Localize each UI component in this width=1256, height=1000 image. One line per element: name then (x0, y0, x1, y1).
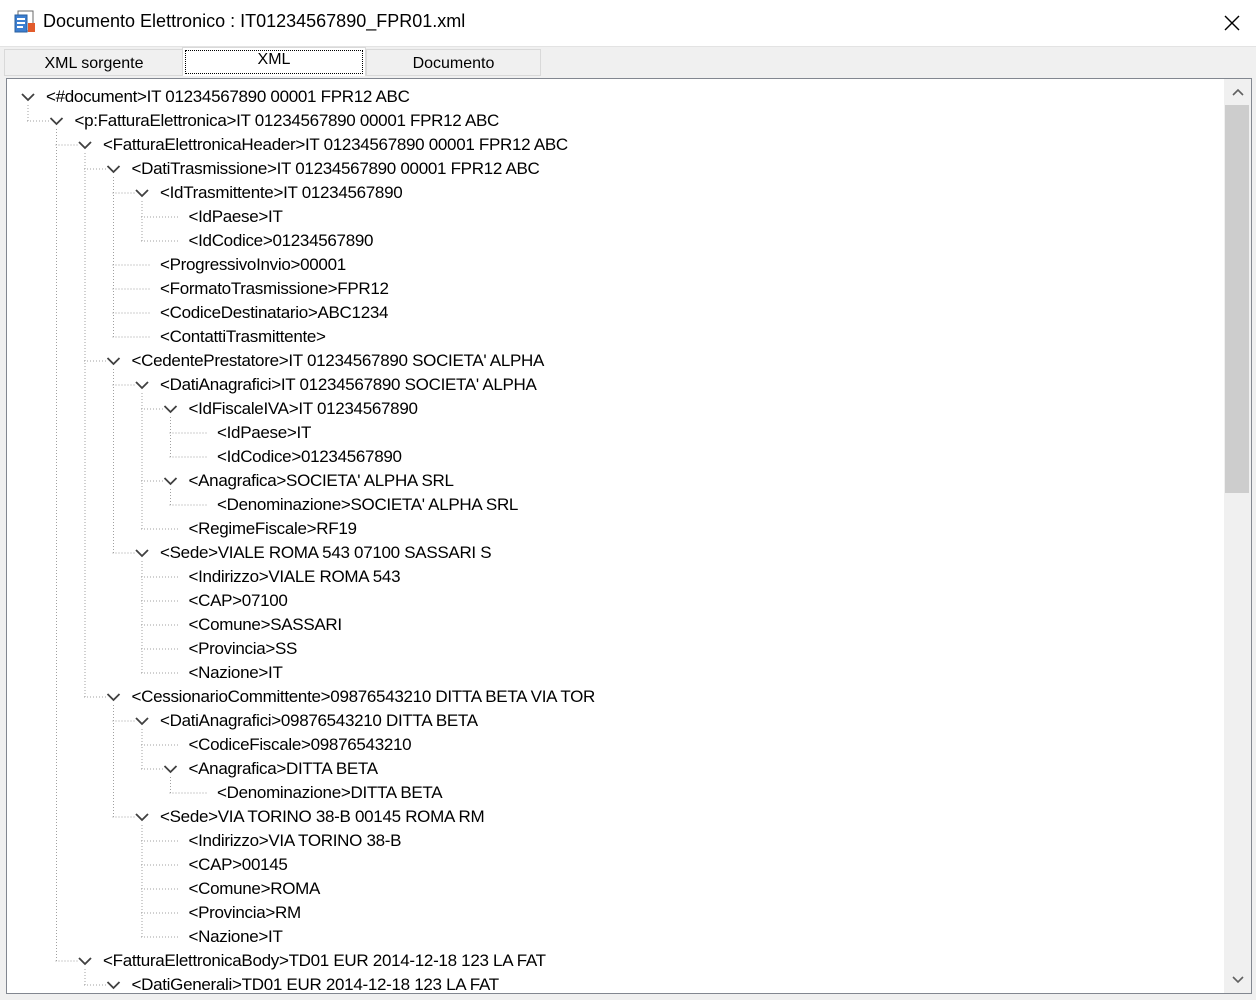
tree-node[interactable]: <Nazione>IT (189, 925, 283, 949)
tab-xml-sorgente[interactable]: XML sorgente (4, 49, 184, 76)
chevron-down-icon[interactable] (163, 765, 178, 774)
tree-node[interactable]: <Denominazione>DITTA BETA (217, 781, 443, 805)
tree-node[interactable]: <ContattiTrasmittente> (160, 325, 326, 349)
tree-node[interactable]: <RegimeFiscale>RF19 (189, 517, 357, 541)
tree-node[interactable]: <CAP>07100 (189, 589, 288, 613)
chevron-down-icon[interactable] (163, 477, 178, 486)
window-title: Documento Elettronico : IT01234567890_FP… (43, 11, 466, 31)
tree-node[interactable]: <CAP>00145 (189, 853, 288, 877)
tree-node[interactable]: <Anagrafica>SOCIETA' ALPHA SRL (189, 469, 454, 493)
chevron-down-icon[interactable] (21, 93, 35, 102)
arrow-down-icon (1231, 976, 1244, 984)
title-bar: Documento Elettronico : IT01234567890_FP… (0, 0, 1256, 47)
focus-rectangle (185, 50, 363, 74)
vertical-scrollbar[interactable] (1224, 79, 1251, 993)
scrollbar-thumb[interactable] (1225, 105, 1249, 493)
chevron-down-icon[interactable] (106, 165, 121, 174)
scroll-down-button[interactable] (1224, 967, 1251, 993)
tree-node[interactable]: <IdCodice>01234567890 (217, 445, 402, 469)
tab-label: Documento (412, 55, 495, 72)
chevron-down-icon[interactable] (163, 405, 178, 414)
tree-node[interactable]: <Nazione>IT (189, 661, 283, 685)
tree-node[interactable]: <Provincia>SS (189, 637, 298, 661)
tree-node[interactable]: <CodiceFiscale>09876543210 (189, 733, 412, 757)
tree-node[interactable]: <CessionarioCommittente>09876543210 DITT… (132, 685, 596, 709)
chevron-down-icon[interactable] (78, 141, 92, 150)
close-button[interactable] (1214, 6, 1250, 40)
tree-node[interactable]: <CedentePrestatore>IT 01234567890 SOCIET… (132, 349, 545, 373)
tree-node[interactable]: <Indirizzo>VIALE ROMA 543 (189, 565, 401, 589)
tree-node[interactable]: <#document>IT 01234567890 00001 FPR12 AB… (46, 85, 410, 109)
tree-node[interactable]: <Indirizzo>VIA TORINO 38-B (189, 829, 402, 853)
xml-tree-view[interactable]: <#document>IT 01234567890 00001 FPR12 AB… (6, 78, 1252, 994)
arrow-up-icon (1231, 88, 1244, 96)
tree-node[interactable]: <CodiceDestinatario>ABC1234 (160, 301, 388, 325)
tree-node[interactable]: <Sede>VIA TORINO 38-B 00145 ROMA RM (160, 805, 485, 829)
tree-node[interactable]: <ProgressivoInvio>00001 (160, 253, 346, 277)
tree-node[interactable]: <Anagrafica>DITTA BETA (189, 757, 379, 781)
tree-node[interactable]: <IdTrasmittente>IT 01234567890 (160, 181, 403, 205)
tree-node[interactable]: <FatturaElettronicaHeader>IT 01234567890… (103, 133, 568, 157)
tree-node[interactable]: <Comune>ROMA (189, 877, 321, 901)
xml-document-icon (14, 10, 35, 33)
scroll-up-button[interactable] (1224, 79, 1251, 105)
tree-node[interactable]: <Comune>SASSARI (189, 613, 343, 637)
close-icon (1224, 15, 1240, 31)
tab-documento[interactable]: Documento (366, 49, 541, 76)
tree-node[interactable]: <IdCodice>01234567890 (189, 229, 374, 253)
tab-label: XML sorgente (44, 55, 144, 72)
tree-content: <#document>IT 01234567890 00001 FPR12 AB… (7, 79, 1225, 993)
tree-node[interactable]: <IdPaese>IT (217, 421, 311, 445)
tab-strip: XML sorgente XML Documento (0, 47, 1256, 78)
chevron-down-icon[interactable] (49, 117, 64, 126)
chevron-down-icon[interactable] (135, 381, 149, 390)
tree-node[interactable]: <FatturaElettronicaBody>TD01 EUR 2014-12… (103, 949, 546, 973)
chevron-down-icon[interactable] (135, 813, 149, 822)
chevron-down-icon[interactable] (78, 957, 92, 966)
tab-xml[interactable]: XML (182, 47, 366, 76)
tree-node[interactable]: <Provincia>RM (189, 901, 302, 925)
tree-node[interactable]: <DatiTrasmissione>IT 01234567890 00001 F… (132, 157, 540, 181)
chevron-down-icon[interactable] (135, 189, 149, 198)
chevron-down-icon[interactable] (106, 693, 121, 702)
tree-node[interactable]: <Denominazione>SOCIETA' ALPHA SRL (217, 493, 518, 517)
tree-node[interactable]: <DatiAnagrafici>IT 01234567890 SOCIETA' … (160, 373, 537, 397)
tree-node[interactable]: <Sede>VIALE ROMA 543 07100 SASSARI S (160, 541, 492, 565)
chevron-down-icon[interactable] (106, 357, 121, 366)
tree-node[interactable]: <IdPaese>IT (189, 205, 283, 229)
tree-node[interactable]: <DatiGenerali>TD01 EUR 2014-12-18 123 LA… (132, 973, 500, 993)
tree-node[interactable]: <FormatoTrasmissione>FPR12 (160, 277, 389, 301)
chevron-down-icon[interactable] (135, 717, 149, 726)
tree-node[interactable]: <DatiAnagrafici>09876543210 DITTA BETA (160, 709, 478, 733)
tree-node[interactable]: <p:FatturaElettronica>IT 01234567890 000… (75, 109, 500, 133)
tree-node[interactable]: <IdFiscaleIVA>IT 01234567890 (189, 397, 418, 421)
chevron-down-icon[interactable] (135, 549, 149, 558)
chevron-down-icon[interactable] (106, 981, 121, 990)
